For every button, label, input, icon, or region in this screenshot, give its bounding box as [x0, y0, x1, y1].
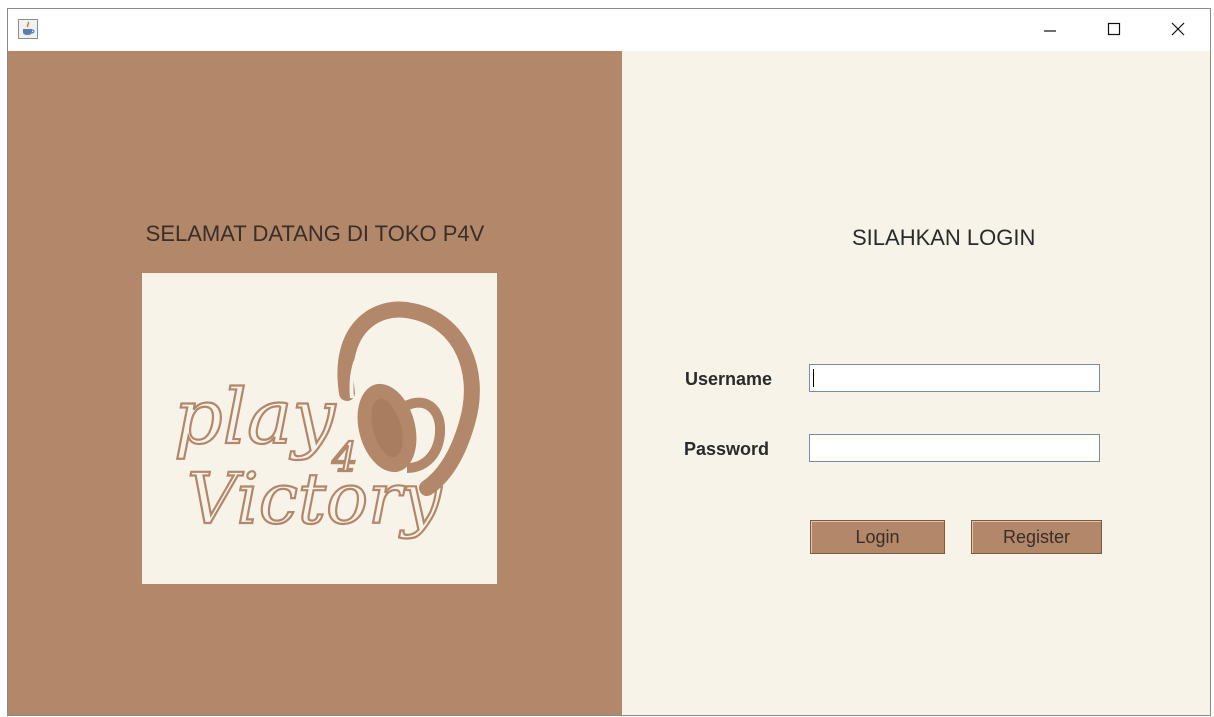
- welcome-heading: SELAMAT DATANG DI TOKO P4V: [145, 221, 485, 246]
- maximize-icon: [1107, 22, 1121, 36]
- password-input[interactable]: [809, 434, 1100, 462]
- title-bar[interactable]: [8, 9, 1210, 51]
- username-label: Username: [685, 369, 773, 389]
- login-panel: SILAHKAN LOGIN Username Password Login R…: [622, 51, 1210, 715]
- text-caret: [813, 369, 814, 387]
- minimize-button[interactable]: [1018, 9, 1082, 49]
- login-title: SILAHKAN LOGIN: [852, 225, 1036, 250]
- welcome-panel: SELAMAT DATANG DI TOKO P4V play 4 Victor…: [8, 51, 622, 715]
- minimize-icon: [1044, 30, 1056, 32]
- store-logo: play 4 Victory: [142, 273, 497, 584]
- logo-text-play: play: [174, 372, 336, 461]
- logo-text-victory: Victory: [187, 458, 443, 540]
- register-button[interactable]: Register: [971, 520, 1102, 554]
- password-label: Password: [684, 439, 770, 459]
- java-coffee-icon[interactable]: [18, 19, 38, 39]
- app-window: SELAMAT DATANG DI TOKO P4V play 4 Victor…: [7, 8, 1211, 716]
- close-button[interactable]: [1146, 9, 1210, 49]
- maximize-button[interactable]: [1082, 9, 1146, 49]
- username-input[interactable]: [809, 364, 1100, 392]
- login-button[interactable]: Login: [810, 520, 945, 554]
- close-icon: [1171, 22, 1185, 36]
